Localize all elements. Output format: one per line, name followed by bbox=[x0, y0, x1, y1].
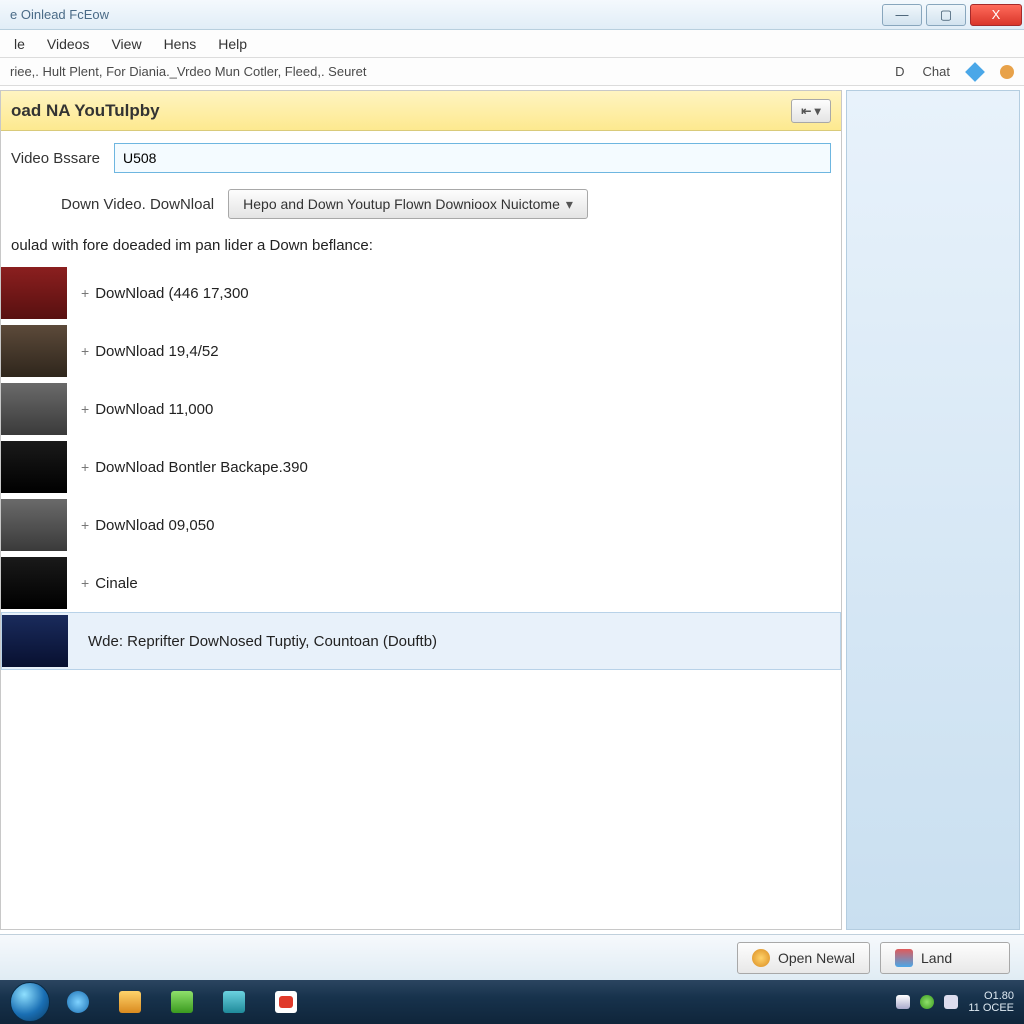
bottom-bar: Open Newal Land bbox=[0, 934, 1024, 980]
toolbar: riee,. Hult Plent, For Diania._Vrdeo Mun… bbox=[0, 58, 1024, 86]
close-button[interactable]: X bbox=[970, 4, 1022, 26]
expand-icon[interactable]: + bbox=[81, 343, 89, 359]
land-button[interactable]: Land bbox=[880, 942, 1010, 974]
taskbar-explorer[interactable] bbox=[106, 985, 154, 1019]
thumbnail-icon bbox=[2, 615, 68, 667]
item-label: DowNload 19,4/52 bbox=[95, 343, 218, 360]
flag-icon[interactable] bbox=[896, 995, 910, 1009]
item-label: DowNload 09,050 bbox=[95, 517, 214, 534]
youtube-icon bbox=[275, 991, 297, 1013]
thumbnail-icon bbox=[1, 325, 67, 377]
taskbar-app-green[interactable] bbox=[158, 985, 206, 1019]
section-title: oad NA YouTulpby bbox=[11, 101, 160, 121]
taskbar-app-cyan[interactable] bbox=[210, 985, 258, 1019]
section-header: oad NA YouTulpby ⇤ ▾ bbox=[1, 91, 841, 131]
list-item[interactable]: + DowNload 19,4/52 bbox=[1, 322, 841, 380]
clock[interactable]: O1.80 11 OCEE bbox=[968, 990, 1014, 1014]
volume-icon[interactable] bbox=[944, 995, 958, 1009]
list-item-selected[interactable]: Wde: Reprifter DowNosed Tuptiy, Countoan… bbox=[1, 612, 841, 670]
menubar: le Videos View Hens Help bbox=[0, 30, 1024, 58]
thumbnail-icon bbox=[1, 267, 67, 319]
expand-icon[interactable]: + bbox=[81, 401, 89, 417]
thumbnail-icon bbox=[1, 383, 67, 435]
window-buttons: — ▢ X bbox=[880, 4, 1024, 26]
expand-icon[interactable]: + bbox=[81, 459, 89, 475]
preview-sidebar bbox=[846, 90, 1020, 930]
clock-time: O1.80 bbox=[968, 990, 1014, 1002]
expand-icon[interactable]: + bbox=[81, 285, 89, 301]
list-item[interactable]: + DowNload Bontler Backape.390 bbox=[1, 438, 841, 496]
maximize-button[interactable]: ▢ bbox=[926, 4, 966, 26]
expand-icon[interactable]: + bbox=[81, 575, 89, 591]
collapse-button[interactable]: ⇤ ▾ bbox=[791, 99, 831, 123]
window-title: e Oinlead FcEow bbox=[10, 7, 109, 22]
menu-file[interactable]: le bbox=[14, 36, 25, 52]
download-label[interactable]: Down Video. DowNloal bbox=[61, 196, 214, 213]
menu-help[interactable]: Help bbox=[218, 36, 247, 52]
taskbar-ie[interactable] bbox=[54, 985, 102, 1019]
download-list: + DowNload (446 17,300 + DowNload 19,4/5… bbox=[1, 264, 841, 670]
menu-view[interactable]: View bbox=[111, 36, 141, 52]
open-button[interactable]: Open Newal bbox=[737, 942, 870, 974]
expand-icon[interactable]: + bbox=[81, 517, 89, 533]
app-icon bbox=[223, 991, 245, 1013]
thumbnail-icon bbox=[1, 499, 67, 551]
folder-icon bbox=[119, 991, 141, 1013]
thumbnail-icon bbox=[1, 557, 67, 609]
clock-date: 11 OCEE bbox=[968, 1002, 1014, 1014]
orb-icon[interactable] bbox=[1000, 65, 1014, 79]
minimize-button[interactable]: — bbox=[882, 4, 922, 26]
app-icon bbox=[171, 991, 193, 1013]
thumbnail-icon bbox=[1, 441, 67, 493]
titlebar: e Oinlead FcEow — ▢ X bbox=[0, 0, 1024, 30]
item-label: Cinale bbox=[95, 575, 138, 592]
list-item[interactable]: + DowNload 09,050 bbox=[1, 496, 841, 554]
menu-hens[interactable]: Hens bbox=[164, 36, 197, 52]
toolbar-path: riee,. Hult Plent, For Diania._Vrdeo Mun… bbox=[10, 64, 366, 79]
url-input[interactable] bbox=[114, 143, 831, 173]
open-icon bbox=[752, 949, 770, 967]
quality-dropdown[interactable]: Hepo and Down Youtup Flown Downioox Nuic… bbox=[228, 189, 588, 219]
taskbar-youtube[interactable] bbox=[262, 985, 310, 1019]
item-label: Wde: Reprifter DowNosed Tuptiy, Countoan… bbox=[88, 633, 437, 650]
menu-videos[interactable]: Videos bbox=[47, 36, 90, 52]
item-label: DowNload (446 17,300 bbox=[95, 285, 248, 302]
open-label: Open Newal bbox=[778, 950, 855, 966]
toolbar-d-label[interactable]: D bbox=[895, 64, 904, 79]
item-label: DowNload 11,000 bbox=[95, 401, 213, 418]
main-panel: oad NA YouTulpby ⇤ ▾ Video Bssare Down V… bbox=[0, 90, 842, 930]
ie-icon bbox=[67, 991, 89, 1013]
taskbar: O1.80 11 OCEE bbox=[0, 980, 1024, 1024]
network-icon[interactable] bbox=[920, 995, 934, 1009]
toolbar-chat-label[interactable]: Chat bbox=[923, 64, 950, 79]
diamond-icon[interactable] bbox=[965, 62, 985, 82]
list-item[interactable]: + Cinale bbox=[1, 554, 841, 612]
instruction-text: oulad with fore doeaded im pan lider a D… bbox=[1, 229, 841, 264]
url-label: Video Bssare bbox=[11, 150, 100, 167]
list-item[interactable]: + DowNload 11,000 bbox=[1, 380, 841, 438]
item-label: DowNload Bontler Backape.390 bbox=[95, 459, 308, 476]
list-item[interactable]: + DowNload (446 17,300 bbox=[1, 264, 841, 322]
start-button[interactable] bbox=[10, 982, 50, 1022]
land-icon bbox=[895, 949, 913, 967]
land-label: Land bbox=[921, 950, 952, 966]
